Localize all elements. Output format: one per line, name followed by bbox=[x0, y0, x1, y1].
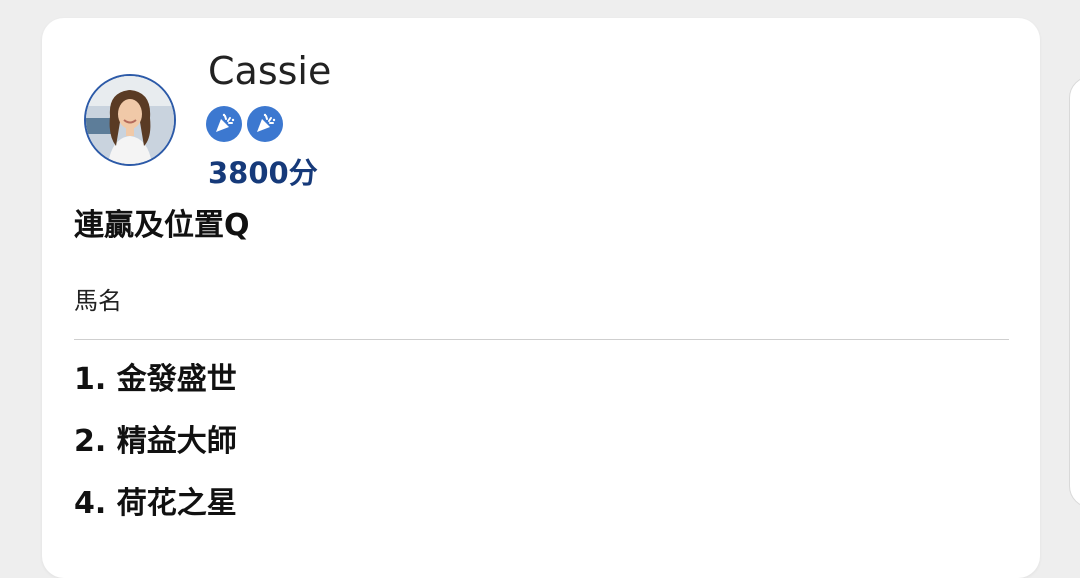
avatar-photo bbox=[86, 76, 174, 164]
party-popper-icon bbox=[206, 106, 242, 142]
user-score: 3800分 bbox=[208, 156, 318, 190]
pick-list: 1. 金發盛世 2. 精益大師 4. 荷花之星 bbox=[74, 360, 237, 546]
column-header: 馬名 bbox=[74, 287, 122, 315]
avatar[interactable] bbox=[84, 74, 176, 166]
next-card-edge[interactable] bbox=[1069, 76, 1080, 508]
list-item: 1. 金發盛世 bbox=[74, 362, 237, 397]
section-title: 連贏及位置Q bbox=[74, 208, 250, 243]
party-popper-icon bbox=[247, 106, 283, 142]
user-card: Cassie 3800分 連贏及位置Q 馬名 1. 金發盛世 2. 精益大師 4… bbox=[42, 18, 1040, 578]
list-item: 4. 荷花之星 bbox=[74, 486, 237, 521]
list-item: 2. 精益大師 bbox=[74, 424, 237, 459]
user-name[interactable]: Cassie bbox=[208, 48, 331, 94]
badge-row bbox=[206, 106, 283, 142]
divider bbox=[74, 339, 1009, 340]
